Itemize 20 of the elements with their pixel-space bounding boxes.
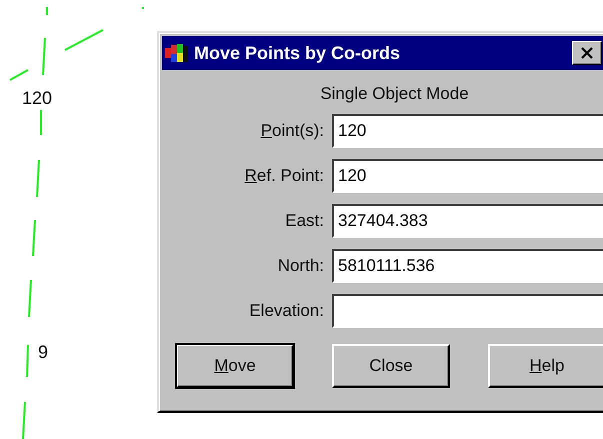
point-label: 9: [38, 342, 48, 362]
mode-label: Single Object Mode: [319, 84, 470, 104]
field-label: East:: [284, 211, 324, 231]
input-field[interactable]: [332, 294, 603, 328]
window-title: Move Points by Co-ords: [194, 42, 402, 64]
dialog-button[interactable]: Help: [488, 344, 603, 388]
field-label: Point(s):: [260, 121, 324, 141]
input-field[interactable]: 120: [332, 159, 603, 193]
close-icon: [580, 47, 594, 59]
close-button[interactable]: [572, 41, 602, 65]
app-icon: [164, 42, 190, 64]
input-field[interactable]: 327404.383: [332, 204, 603, 238]
field-label: Elevation:: [248, 301, 324, 321]
point-label: 120: [22, 88, 52, 108]
field-label: North:: [276, 256, 324, 276]
dialog-button[interactable]: Close: [332, 344, 450, 388]
input-field[interactable]: 5810111.536: [332, 249, 603, 283]
dialog-button[interactable]: Move: [176, 344, 294, 388]
field-label: Ref. Point:: [244, 166, 324, 186]
input-field[interactable]: 120: [332, 114, 603, 148]
